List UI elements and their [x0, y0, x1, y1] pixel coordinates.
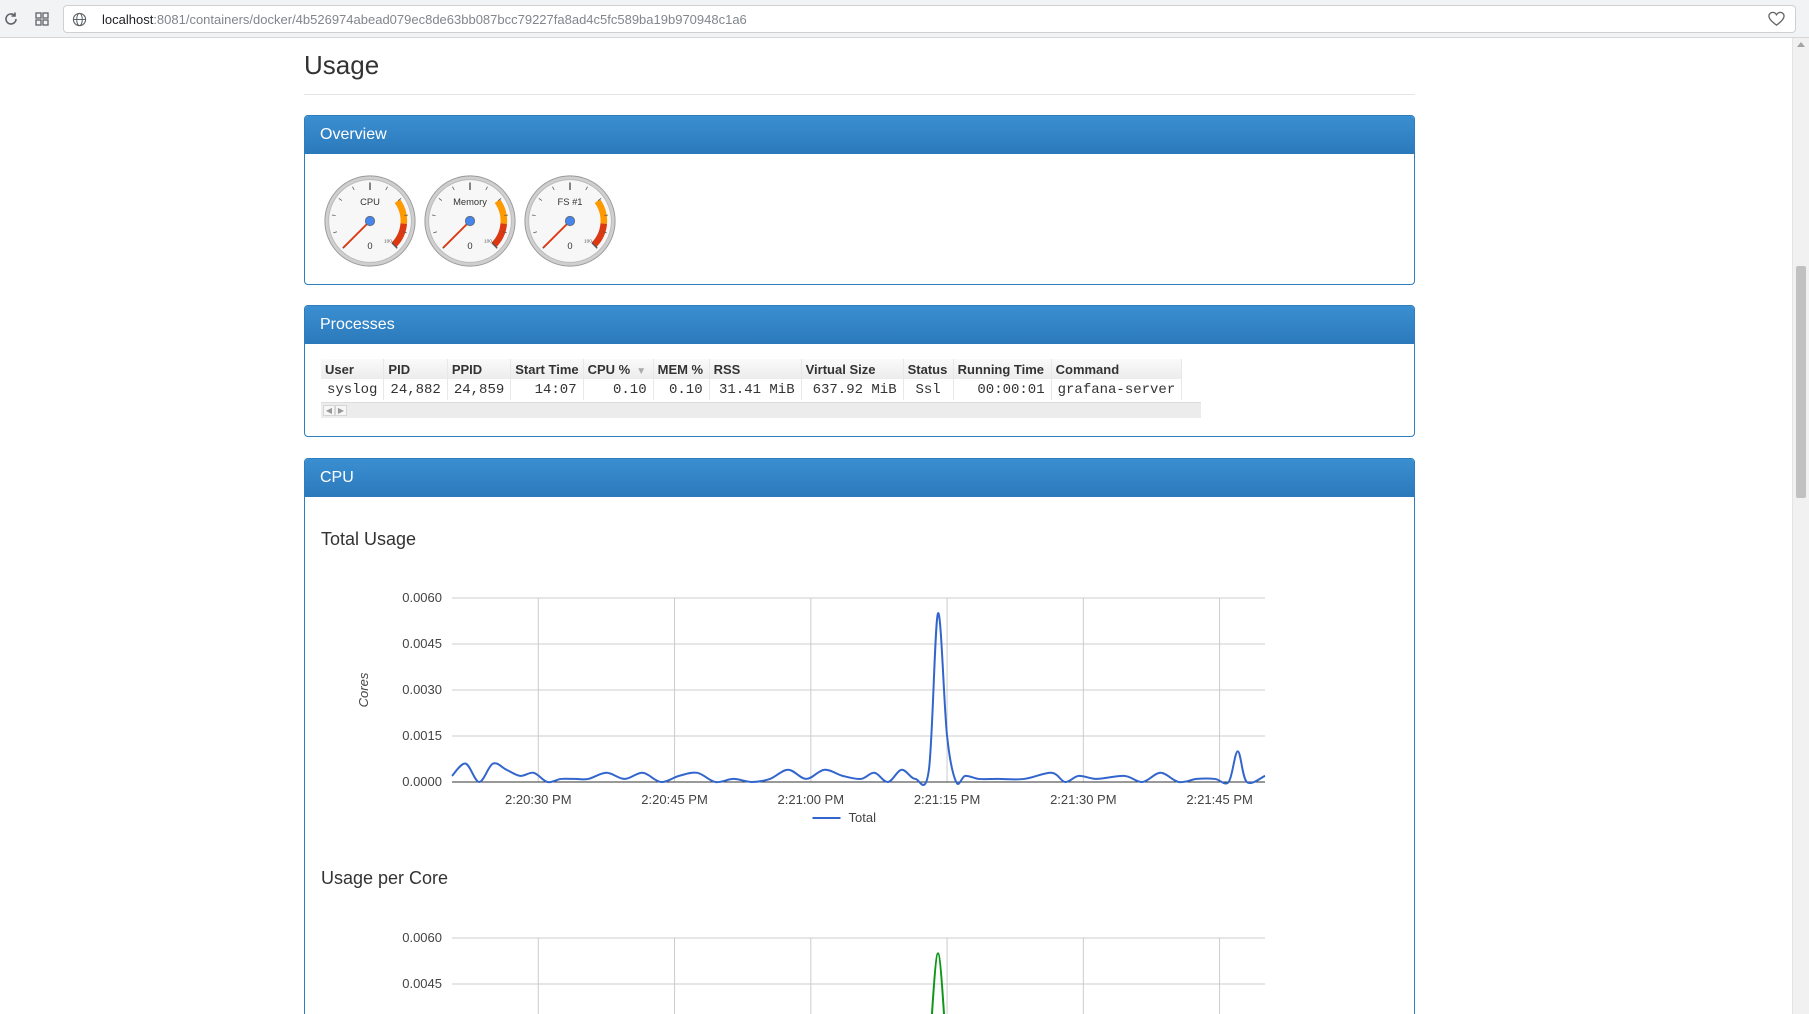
usage-per-core-title: Usage per Core — [321, 868, 449, 888]
pager-prev-icon[interactable]: ◀ — [323, 405, 335, 416]
table-cell: 31.41 MiB — [709, 379, 802, 400]
x-tick-label: 2:20:30 PM — [505, 792, 572, 807]
url-path: :8081/containers/docker/4b526974abead079… — [153, 12, 747, 27]
scrollbar-thumb[interactable] — [1796, 266, 1806, 498]
table-cell: 24,859 — [447, 379, 512, 400]
column-header-virtual-size[interactable]: Virtual Size — [801, 359, 904, 379]
browser-toolbar: localhost:8081/containers/docker/4b52697… — [0, 0, 1809, 38]
y-tick-label: 0.0015 — [402, 728, 442, 743]
gauge-memory: 100 Memory 0 — [423, 174, 517, 268]
gauge-max-tick-label: 100 — [384, 239, 392, 244]
y-tick-label: 0.0045 — [402, 976, 442, 991]
process-table-header: User PID PPID Start Time CPU % ▼ MEM % RSS Virtu… — [321, 359, 1183, 379]
column-header-user[interactable]: User — [321, 359, 385, 379]
reload-icon[interactable] — [0, 8, 22, 30]
x-tick-label: 2:21:30 PM — [1050, 792, 1117, 807]
overview-heading: Overview — [305, 116, 1414, 154]
y-axis-label: Cores — [356, 672, 371, 707]
column-header-ppid[interactable]: PPID — [447, 359, 512, 379]
x-tick-label: 2:21:00 PM — [778, 792, 845, 807]
column-header-mem[interactable]: MEM % — [653, 359, 710, 379]
process-table: User PID PPID Start Time CPU % ▼ MEM % RSS Virtu… — [321, 359, 1183, 400]
column-header-start-time[interactable]: Start Time — [510, 359, 584, 379]
cpu-heading: CPU — [305, 459, 1414, 497]
table-cell: 637.92 MiB — [801, 379, 904, 400]
column-header-status[interactable]: Status — [903, 359, 954, 379]
gauge-value: 0 — [467, 240, 472, 251]
x-tick-label: 2:21:15 PM — [914, 792, 981, 807]
gauge-hub — [564, 215, 576, 227]
y-tick-label: 0.0060 — [402, 930, 442, 945]
gauge-label: CPU — [360, 196, 380, 207]
x-tick-label: 2:21:45 PM — [1186, 792, 1253, 807]
gauge-max-tick-label: 100 — [584, 239, 592, 244]
y-tick-label: 0.0045 — [402, 636, 442, 651]
gauge-label: Memory — [453, 196, 487, 207]
heart-icon[interactable] — [1768, 11, 1785, 32]
series-line-total — [451, 612, 1266, 786]
y-tick-label: 0.0030 — [402, 682, 442, 697]
scroll-up-arrow-icon[interactable] — [1797, 42, 1805, 47]
gauge-value: 0 — [567, 240, 572, 251]
gauge-label: FS #1 — [557, 196, 582, 207]
url-host: localhost — [102, 12, 154, 27]
table-cell: 0.10 — [583, 379, 654, 400]
gauge-hub — [364, 215, 376, 227]
table-cell: 00:00:01 — [953, 379, 1052, 400]
page-scrollbar[interactable] — [1792, 38, 1809, 1014]
table-cell: syslog — [321, 379, 385, 400]
y-tick-label: 0.0060 — [402, 590, 442, 605]
gauge-hub — [464, 215, 476, 227]
table-row[interactable]: syslog 24,882 24,859 14:07 0.10 0.10 31.41 MiB… — [321, 379, 1183, 400]
gauge-max-tick-label: 100 — [484, 239, 492, 244]
pager-next-icon[interactable]: ▶ — [335, 405, 347, 416]
column-header-pid[interactable]: PID — [383, 359, 448, 379]
globe-icon — [72, 12, 87, 32]
gauge-fs-1: 100 FS #1 0 — [523, 174, 617, 268]
y-tick-label: 0.0000 — [402, 774, 442, 789]
url-text: localhost:8081/containers/docker/4b52697… — [102, 12, 747, 27]
overview-panel: Overview 100 CPU 0 100 Memory 0 100 FS #1 0 — [304, 115, 1415, 285]
legend-label: Total — [849, 810, 877, 825]
gauge-cpu: 100 CPU 0 — [323, 174, 417, 268]
column-header-command[interactable]: Command — [1051, 359, 1183, 379]
processes-panel: Processes User PID PPID Start Time CPU % ▼ MEM… — [304, 305, 1415, 437]
column-header-rss[interactable]: RSS — [709, 359, 802, 379]
total-usage-title: Total Usage — [321, 529, 417, 549]
page-content: Usage Overview 100 CPU 0 100 Memory 0 100 FS #1… — [0, 38, 1792, 1014]
apps-grid-icon[interactable] — [31, 8, 53, 30]
cpu-panel: CPU Total Usage 0.0000 0.0015 0.0030 0.0045… — [304, 458, 1415, 1014]
column-header-running-time[interactable]: Running Time — [953, 359, 1052, 379]
table-cell: Ssl — [903, 379, 954, 400]
table-pager: ◀ ▶ — [321, 402, 1201, 418]
x-tick-label: 2:20:45 PM — [641, 792, 708, 807]
total-usage-chart: 0.0000 0.0015 0.0030 0.0045 0.0060 2:20:30 PM… — [356, 590, 1266, 825]
table-cell: 24,882 — [383, 379, 448, 400]
processes-heading: Processes — [305, 306, 1414, 344]
sort-desc-icon: ▼ — [636, 365, 647, 377]
table-cell: 0.10 — [653, 379, 710, 400]
gauge-value: 0 — [367, 240, 372, 251]
table-cell: 14:07 — [510, 379, 584, 400]
table-cell: grafana-server — [1051, 379, 1183, 400]
title-divider — [304, 94, 1415, 95]
address-bar[interactable]: localhost:8081/containers/docker/4b52697… — [63, 5, 1796, 33]
usage-per-core-chart: 0.0045 0.0060 — [402, 930, 1265, 1014]
page-title: Usage — [304, 50, 380, 80]
column-header-cpu[interactable]: CPU % ▼ — [583, 359, 654, 379]
